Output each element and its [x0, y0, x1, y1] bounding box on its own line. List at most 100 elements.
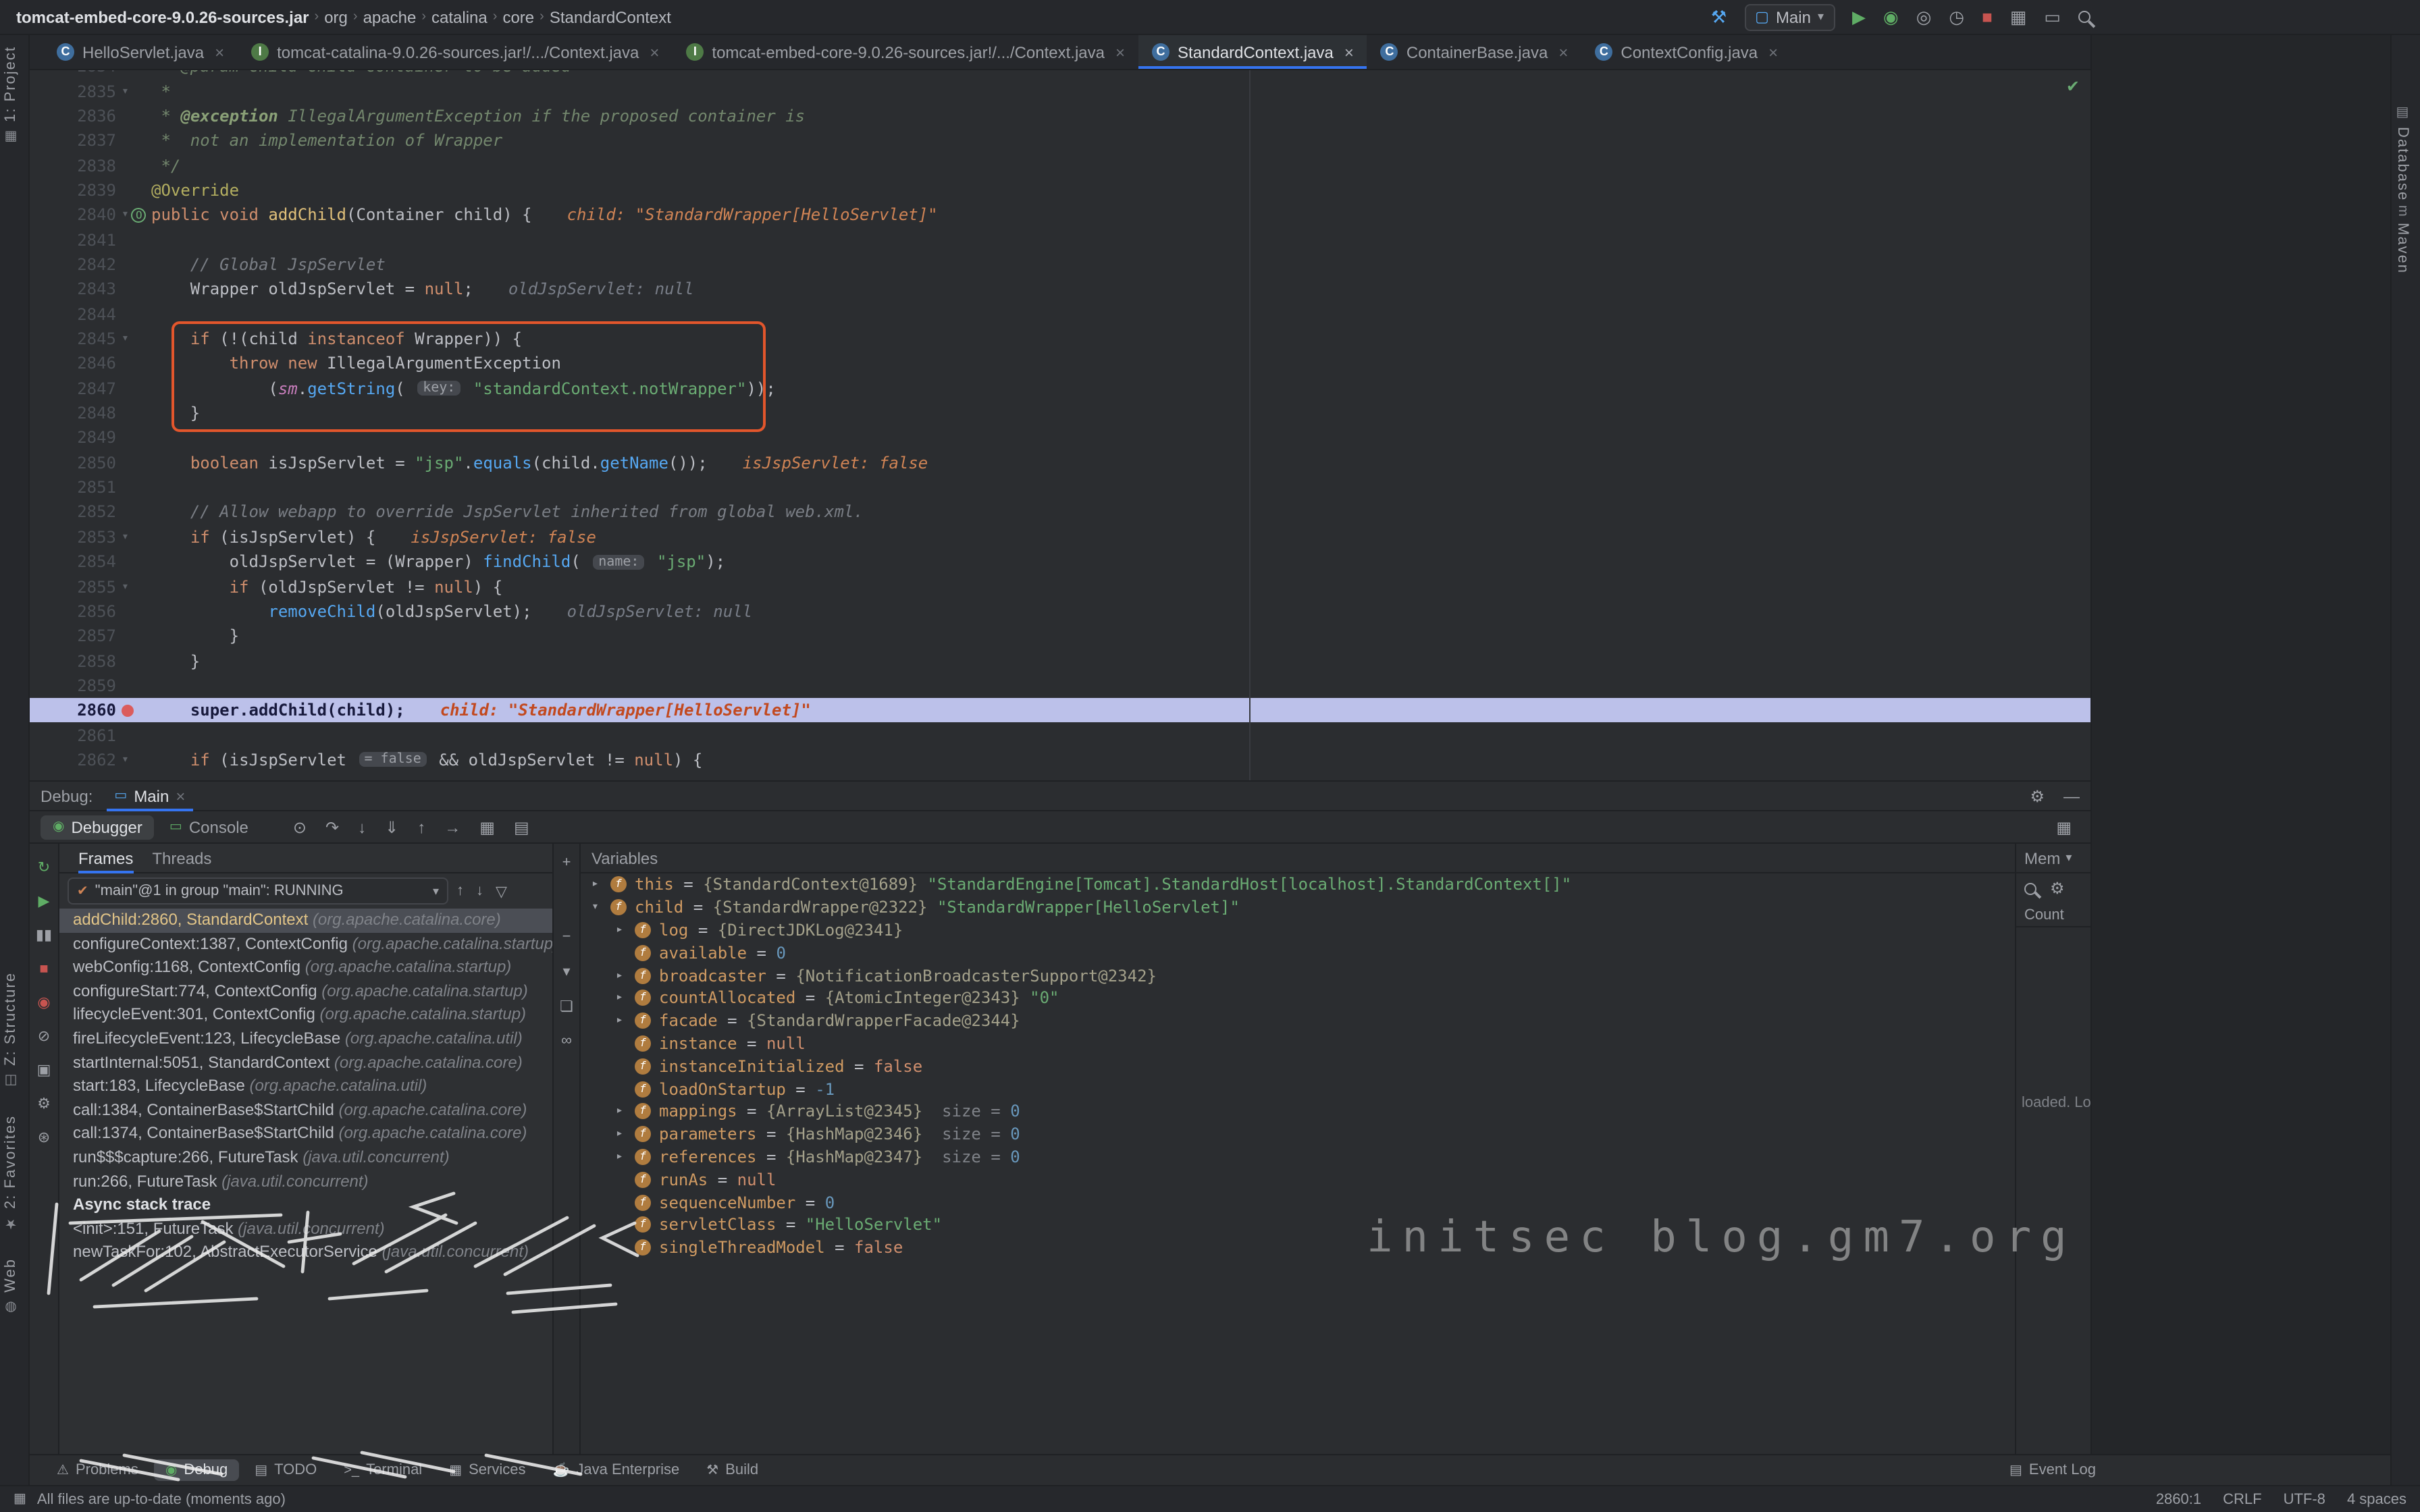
settings-gear-icon[interactable]: ⚙ [2030, 786, 2045, 805]
thread-dump-icon[interactable]: ▣ [37, 1062, 51, 1080]
code-line[interactable]: 2844 [30, 302, 2090, 327]
code-line[interactable]: 2845▾ if (!(child instanceof Wrapper)) { [30, 327, 2090, 352]
line-number[interactable]: 2836 [30, 107, 122, 126]
breadcrumb-segment[interactable]: StandardContext [550, 7, 671, 26]
tree-chevron-icon[interactable]: ▸ [616, 1150, 635, 1164]
line-number[interactable]: 2837 [30, 131, 122, 150]
code-line[interactable]: 2855▾ if (oldJspServlet != null) { [30, 574, 2090, 599]
fold-marker-icon[interactable]: ▾ [122, 531, 129, 544]
tab-console[interactable]: ▭Console [157, 815, 261, 839]
show-execution-point-icon[interactable]: ⊙ [293, 817, 307, 836]
code-line[interactable]: 2859 [30, 674, 2090, 699]
chevron-down-icon[interactable]: ▾ [562, 963, 570, 980]
code-line[interactable]: 2840▾Opublic void addChild(Container chi… [30, 202, 2090, 227]
line-number[interactable]: 2851 [30, 478, 122, 497]
code-line[interactable]: 2857 } [30, 624, 2090, 649]
hide-frames-filter-icon[interactable]: ▽ [496, 882, 507, 900]
copy-icon[interactable]: ❏ [560, 998, 573, 1015]
code-line[interactable]: 2837 * not an implementation of Wrapper [30, 128, 2090, 153]
line-number[interactable]: 2848 [30, 404, 122, 423]
tool-window-stripe-button[interactable]: ★2: Favorites [3, 1115, 19, 1231]
stop-icon[interactable]: ■ [1982, 7, 1993, 26]
encoding-widget[interactable]: UTF-8 [2284, 1491, 2325, 1507]
editor-tab[interactable]: Itomcat-embed-core-9.0.26-sources.jar!/.… [673, 35, 1138, 69]
build-hammer-icon[interactable]: ⚒ [1711, 7, 1727, 26]
thread-selector[interactable]: ✔ "main"@1 in group "main": RUNNING ▾ [68, 878, 448, 905]
variable-row[interactable]: floadOnStartup = -1 [581, 1077, 2015, 1100]
tool-window-stripe-button[interactable]: ▦1: Project [3, 46, 19, 144]
line-number[interactable]: 2859 [30, 676, 122, 695]
code-line[interactable]: 2843 Wrapper oldJspServlet = null;oldJsp… [30, 277, 2090, 302]
remove-watch-icon[interactable]: − [562, 929, 571, 945]
code-line[interactable]: 2839@Override [30, 178, 2090, 203]
code-editor[interactable]: 2834 * @param child Child container to b… [30, 70, 2090, 780]
debug-session-tab[interactable]: ▭ Main × [106, 781, 193, 811]
variable-row[interactable]: fservletClass = "HelloServlet" [581, 1214, 2015, 1237]
fold-marker-icon[interactable]: ▾ [122, 84, 129, 98]
close-tab-icon[interactable]: × [650, 43, 659, 61]
memory-header[interactable]: Mem ▾ [2016, 844, 2090, 873]
fold-marker-icon[interactable]: ▾ [122, 580, 129, 593]
resume-icon[interactable]: ▶ [38, 894, 50, 911]
pause-icon[interactable]: ▮▮ [36, 927, 52, 945]
stack-frame-row[interactable]: start:183, LifecycleBase (org.apache.cat… [59, 1075, 552, 1098]
variable-row[interactable]: finstanceInitialized = false [581, 1055, 2015, 1078]
debug-bug-icon[interactable]: ◉ [1883, 7, 1899, 26]
code-line[interactable]: 2841 [30, 227, 2090, 252]
tool-window-stripe-button[interactable]: ◍Web [3, 1258, 19, 1314]
variable-row[interactable]: ▸fthis = {StandardContext@1689} "Standar… [581, 873, 2015, 896]
variable-row[interactable]: finstance = null [581, 1032, 2015, 1055]
code-line[interactable]: 2846 throw new IllegalArgumentException [30, 351, 2090, 376]
line-ending-widget[interactable]: CRLF [2223, 1491, 2261, 1507]
stack-frame-row[interactable]: lifecycleEvent:301, ContextConfig (org.a… [59, 1004, 552, 1027]
stack-frame-row[interactable]: configureStart:774, ContextConfig (org.a… [59, 980, 552, 1004]
tab-debugger[interactable]: ◉Debugger [41, 815, 155, 839]
run-to-cursor-icon[interactable]: → [444, 817, 461, 836]
restore-layout-icon[interactable]: ▦ [2056, 817, 2072, 836]
code-line[interactable]: 2862▾ if (isJspServlet = false && oldJsp… [30, 748, 2090, 773]
variable-row[interactable]: ▸ffacade = {StandardWrapperFacade@2344} [581, 1010, 2015, 1033]
stack-frame-row[interactable]: <init>:151, FutureTask (java.util.concur… [59, 1217, 552, 1241]
hide-panel-icon[interactable]: — [2063, 786, 2080, 805]
editor-tab[interactable]: CContainerBase.java× [1367, 35, 1582, 69]
mute-breakpoints-icon[interactable]: ⊘ [38, 1029, 50, 1046]
code-line[interactable]: 2848 } [30, 401, 2090, 426]
tool-window-button-services[interactable]: ▦Services [438, 1459, 536, 1481]
step-into-icon[interactable]: ↓ [358, 817, 366, 836]
search-icon[interactable] [2024, 882, 2036, 894]
line-number[interactable]: 2854 [30, 552, 122, 571]
line-number[interactable]: 2846 [30, 354, 122, 373]
tree-chevron-icon[interactable]: ▸ [591, 878, 610, 892]
next-frame-icon[interactable]: ↓ [476, 882, 483, 900]
code-line[interactable]: 2835▾ * [30, 79, 2090, 104]
tool-window-stripe-button[interactable]: ▤Database [2394, 105, 2411, 201]
stack-frame-row[interactable]: newTaskFor:102, AbstractExecutorService … [59, 1241, 552, 1265]
stack-frame-row[interactable]: addChild:2860, StandardContext (org.apac… [59, 909, 552, 932]
stack-frame-row[interactable]: startInternal:5051, StandardContext (org… [59, 1051, 552, 1075]
line-number[interactable]: 2860 [30, 701, 122, 720]
tool-window-button-debug[interactable]: ◉Debug [155, 1459, 238, 1481]
line-number[interactable]: 2862 [30, 751, 122, 770]
code-line[interactable]: 2860 super.addChild(child);child: "Stand… [30, 698, 2090, 723]
line-number[interactable]: 2841 [30, 230, 122, 249]
line-number[interactable]: 2838 [30, 156, 122, 175]
line-number[interactable]: 2847 [30, 379, 122, 398]
monitor-icon[interactable]: ▭ [2044, 7, 2061, 26]
step-out-icon[interactable]: ↑ [417, 817, 425, 836]
breadcrumb-segment[interactable]: core [502, 7, 534, 26]
fold-marker-icon[interactable]: ▾ [122, 332, 129, 346]
stack-frame-row[interactable]: call:1384, ContainerBase$StartChild (org… [59, 1099, 552, 1123]
coverage-icon[interactable]: ◎ [1916, 7, 1932, 26]
indent-widget[interactable]: 4 spaces [2347, 1491, 2406, 1507]
tool-switcher-icon[interactable]: ▦ [14, 1492, 26, 1507]
line-number[interactable]: 2842 [30, 255, 122, 274]
line-number[interactable]: 2835 [30, 82, 122, 101]
variable-row[interactable]: frunAs = null [581, 1168, 2015, 1191]
stack-frame-row[interactable]: fireLifecycleEvent:123, LifecycleBase (o… [59, 1027, 552, 1051]
code-line[interactable]: 2854 oldJspServlet = (Wrapper) findChild… [30, 549, 2090, 574]
close-session-icon[interactable]: × [176, 786, 185, 805]
variable-row[interactable]: ▸fcountAllocated = {AtomicInteger@2343} … [581, 987, 2015, 1010]
code-line[interactable]: 2850 boolean isJspServlet = "jsp".equals… [30, 450, 2090, 475]
close-tab-icon[interactable]: × [1344, 43, 1354, 61]
stack-frame-row[interactable]: configureContext:1387, ContextConfig (or… [59, 932, 552, 956]
